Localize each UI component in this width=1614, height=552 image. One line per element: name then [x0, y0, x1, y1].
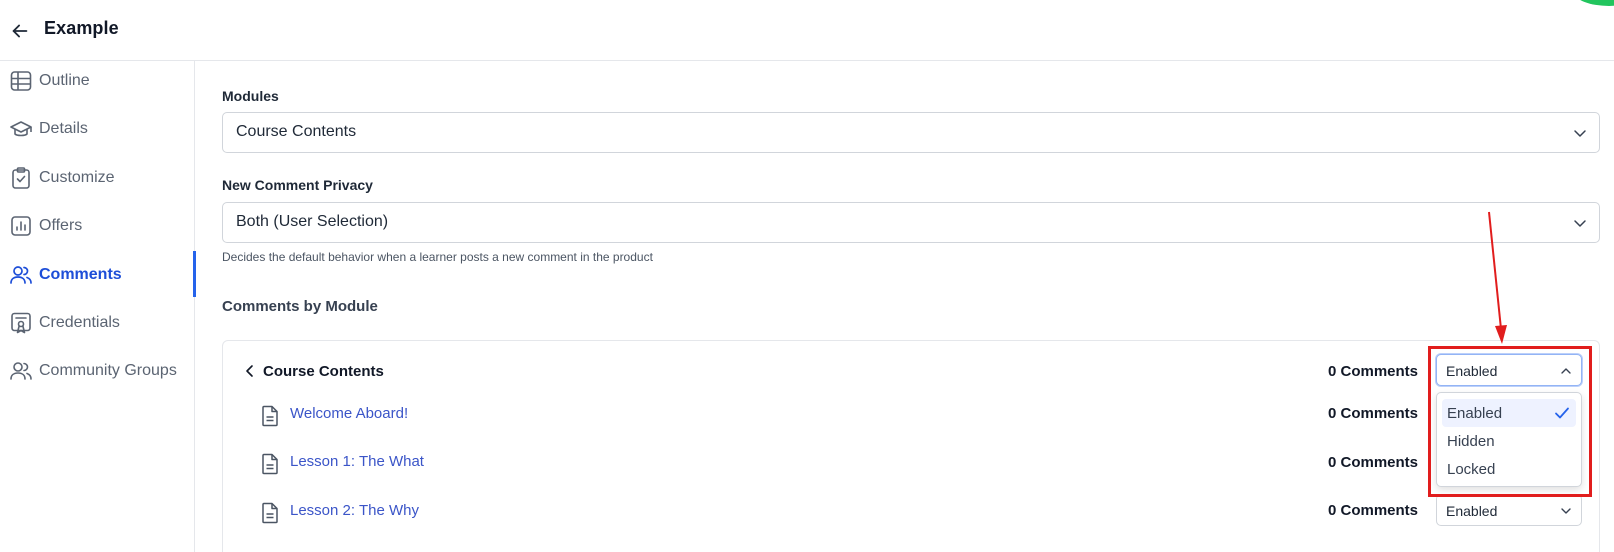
privacy-hint: Decides the default behavior when a lear… — [222, 250, 653, 264]
lesson-link[interactable]: Welcome Aboard! — [290, 405, 408, 422]
lesson-status-select[interactable]: Enabled — [1436, 494, 1582, 526]
sidebar-item-label: Credentials — [39, 314, 120, 331]
back-arrow-icon[interactable] — [9, 20, 31, 42]
page-title: Example — [44, 18, 119, 38]
top-bar: Example — [0, 0, 1614, 61]
sidebar-item-label: Details — [39, 120, 88, 137]
sidebar: Outline Details Customize Offers Comment… — [0, 61, 196, 552]
chevron-down-icon — [1574, 130, 1586, 137]
document-icon — [262, 405, 278, 427]
sidebar-item-offers[interactable]: Offers — [0, 206, 195, 246]
document-icon — [262, 453, 278, 475]
sidebar-item-label: Offers — [39, 217, 83, 234]
sidebar-item-outline[interactable]: Outline — [0, 61, 195, 101]
lesson-link[interactable]: Lesson 2: The Why — [290, 502, 419, 519]
lesson-comment-count: 0 Comments — [1328, 405, 1419, 422]
privacy-select[interactable]: Both (User Selection) — [222, 202, 1600, 243]
sidebar-item-label: Customize — [39, 169, 115, 186]
certificate-icon — [11, 312, 31, 334]
lesson-status-value: Enabled — [1446, 503, 1498, 519]
module-name[interactable]: Course Contents — [263, 363, 384, 380]
annotation-arrow — [1488, 211, 1507, 344]
annotation-highlight-box — [1428, 346, 1592, 497]
modules-select[interactable]: Course Contents — [222, 112, 1600, 153]
sidebar-item-details[interactable]: Details — [0, 109, 195, 149]
chevron-down-icon — [1561, 508, 1571, 514]
graduation-cap-icon — [10, 121, 32, 137]
lesson-comment-count: 0 Comments — [1328, 502, 1419, 519]
privacy-label: New Comment Privacy — [222, 177, 373, 193]
sidebar-item-comments[interactable]: Comments — [0, 251, 196, 297]
sidebar-item-community-groups[interactable]: Community Groups — [0, 351, 195, 391]
sidebar-item-label: Comments — [39, 266, 122, 283]
lesson-link[interactable]: Lesson 1: The What — [290, 453, 424, 470]
users-icon — [10, 266, 32, 284]
lesson-comment-count: 0 Comments — [1328, 454, 1419, 471]
sidebar-item-credentials[interactable]: Credentials — [0, 303, 195, 343]
clipboard-check-icon — [12, 167, 30, 189]
grid-icon — [10, 71, 32, 91]
users-icon — [10, 362, 32, 380]
sidebar-item-label: Outline — [39, 72, 90, 89]
modules-select-value: Course Contents — [236, 123, 357, 140]
modules-label: Modules — [222, 88, 279, 104]
sidebar-item-label: Community Groups — [39, 362, 177, 379]
module-comment-count: 0 Comments — [1328, 363, 1419, 380]
document-icon — [262, 502, 278, 524]
privacy-select-value: Both (User Selection) — [236, 213, 389, 230]
chevron-left-icon[interactable] — [244, 364, 256, 378]
bar-chart-icon — [11, 216, 31, 236]
section-title: Comments by Module — [222, 298, 378, 315]
chevron-down-icon — [1574, 220, 1586, 227]
sidebar-item-customize[interactable]: Customize — [0, 158, 195, 198]
